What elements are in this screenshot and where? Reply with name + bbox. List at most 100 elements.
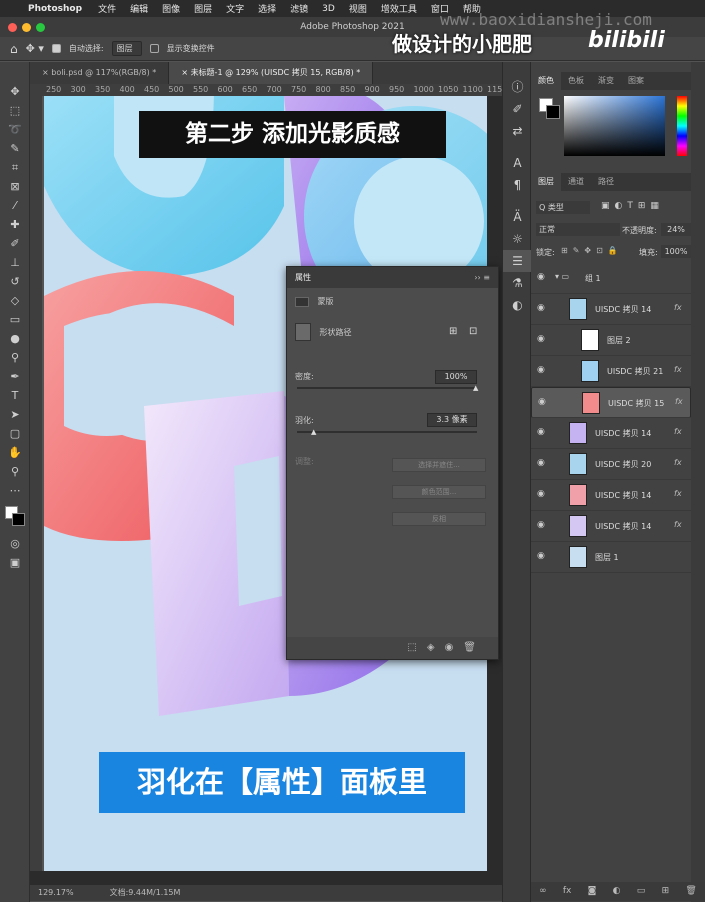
- tab-channels[interactable]: 通道: [561, 173, 591, 191]
- move-tool-icon[interactable]: ✥: [0, 82, 30, 101]
- add-mask-icon[interactable]: ◙: [588, 882, 597, 901]
- layer-fx-icon[interactable]: fx: [674, 303, 682, 312]
- glyphs-icon[interactable]: Ä: [503, 206, 532, 228]
- menu-plugins[interactable]: 增效工具: [381, 2, 417, 15]
- more-tools-icon[interactable]: ⋯: [0, 481, 30, 500]
- kind-filter[interactable]: Q 类型: [536, 201, 590, 214]
- shape-mask-thumbnail[interactable]: [295, 323, 311, 341]
- apply-icon[interactable]: ◈: [427, 642, 445, 653]
- brush-tool-icon[interactable]: ✐: [0, 234, 30, 253]
- add-style-icon[interactable]: fx: [563, 882, 572, 901]
- adjustment-layer-icon[interactable]: ◐: [613, 882, 621, 901]
- layer-row[interactable]: ◉ UISDC 拷贝 20 fx: [531, 449, 691, 480]
- new-layer-icon[interactable]: ⊞: [662, 882, 670, 901]
- density-knob[interactable]: ▲: [473, 384, 478, 392]
- density-field[interactable]: 100%: [435, 370, 477, 384]
- visibility-eye-icon[interactable]: ◉: [537, 551, 545, 561]
- layer-row[interactable]: ◉ UISDC 拷贝 15 fx: [531, 387, 691, 418]
- layers-scrollbar[interactable]: [691, 62, 705, 902]
- mask-icon[interactable]: [295, 296, 309, 307]
- menu-image[interactable]: 图像: [162, 2, 180, 15]
- menu-3d[interactable]: 3D: [322, 4, 335, 14]
- zoom-tool-icon[interactable]: ⚲: [0, 462, 30, 481]
- visibility-eye-icon[interactable]: ◉: [538, 397, 546, 407]
- feather-slider[interactable]: ▲: [297, 428, 477, 436]
- new-group-icon[interactable]: ▭: [637, 882, 646, 901]
- screen-mode-icon[interactable]: ▣: [0, 553, 30, 572]
- frame-tool-icon[interactable]: ⊠: [0, 177, 30, 196]
- pen-tool-icon[interactable]: ✒: [0, 367, 30, 386]
- eyedropper-icon[interactable]: ⁄: [0, 196, 30, 215]
- gradient-tool-icon[interactable]: ▭: [0, 310, 30, 329]
- menu-layer[interactable]: 图层: [194, 2, 212, 15]
- layer-name[interactable]: UISDC 拷贝 14: [595, 304, 651, 315]
- path-select-icon[interactable]: ➤: [0, 405, 30, 424]
- adjust-icon[interactable]: ⇄: [503, 120, 532, 142]
- layer-name[interactable]: UISDC 拷贝 20: [595, 459, 651, 470]
- visibility-eye-icon[interactable]: ◉: [537, 427, 545, 437]
- adjustments-icon[interactable]: ◐: [503, 294, 532, 316]
- blend-mode-select[interactable]: 正常: [536, 223, 620, 236]
- delete-layer-icon[interactable]: 🗑: [685, 882, 696, 901]
- eraser-tool-icon[interactable]: ◇: [0, 291, 30, 310]
- layer-name[interactable]: 组 1: [585, 273, 601, 284]
- tab-boli[interactable]: × boli.psd @ 117%(RGB/8) *: [30, 62, 170, 84]
- layer-row[interactable]: ◉ UISDC 拷贝 14 fx: [531, 418, 691, 449]
- load-selection-icon[interactable]: ⬚: [407, 642, 426, 653]
- menu-view[interactable]: 视图: [349, 2, 367, 15]
- blur-tool-icon[interactable]: ●: [0, 329, 30, 348]
- move-tool-icon[interactable]: ✥ ▾: [26, 42, 44, 55]
- add-mask-icon[interactable]: ⊞: [449, 326, 457, 337]
- visibility-eye-icon[interactable]: ◉: [537, 489, 545, 499]
- layer-select-dropdown[interactable]: 图层: [111, 41, 142, 56]
- channels-icon[interactable]: ⚗: [503, 272, 532, 294]
- crop-tool-icon[interactable]: ⌗: [0, 158, 30, 177]
- hue-slider[interactable]: [677, 96, 687, 156]
- tab-layers[interactable]: 图层: [531, 173, 561, 191]
- quick-select-icon[interactable]: ✎: [0, 139, 30, 158]
- visibility-eye-icon[interactable]: ◉: [537, 520, 545, 530]
- brush-settings-icon[interactable]: ✐: [503, 98, 532, 120]
- visibility-icon[interactable]: ◉: [445, 642, 464, 653]
- type-tool-icon[interactable]: T: [0, 386, 30, 405]
- layer-name[interactable]: 图层 2: [607, 335, 631, 346]
- character-icon[interactable]: A: [503, 152, 532, 174]
- layer-name[interactable]: UISDC 拷贝 14: [595, 428, 651, 439]
- info-icon[interactable]: ⓘ: [503, 76, 532, 98]
- hand-tool-icon[interactable]: ✋: [0, 443, 30, 462]
- paragraph-icon[interactable]: ¶: [503, 174, 532, 196]
- layer-name[interactable]: UISDC 拷贝 14: [595, 490, 651, 501]
- layer-row[interactable]: ◉ UISDC 拷贝 14 fx: [531, 294, 691, 325]
- layer-row[interactable]: ◉ UISDC 拷贝 14 fx: [531, 511, 691, 542]
- menu-file[interactable]: 文件: [98, 2, 116, 15]
- maximize-window-icon[interactable]: [36, 23, 45, 32]
- marquee-tool-icon[interactable]: ⬚: [0, 101, 30, 120]
- stamp-tool-icon[interactable]: ⊥: [0, 253, 30, 272]
- layer-fx-icon[interactable]: fx: [674, 458, 682, 467]
- opacity-field[interactable]: 24%: [661, 223, 691, 236]
- visibility-eye-icon[interactable]: ◉: [537, 303, 545, 313]
- color-range-button[interactable]: 颜色范围...: [392, 485, 486, 499]
- layer-group[interactable]: ◉ ▾ ▭ 组 1: [531, 263, 691, 294]
- auto-select-checkbox[interactable]: [51, 44, 61, 53]
- select-and-mask-button[interactable]: 选择并遮住...: [392, 458, 486, 472]
- layer-row[interactable]: ◉ 图层 2: [531, 325, 691, 356]
- visibility-eye-icon[interactable]: ◉: [537, 365, 545, 375]
- rectangle-tool-icon[interactable]: ▢: [0, 424, 30, 443]
- menu-filter[interactable]: 滤镜: [290, 2, 308, 15]
- minimize-window-icon[interactable]: [22, 23, 31, 32]
- properties-icon[interactable]: ☰: [503, 250, 532, 272]
- close-window-icon[interactable]: [8, 23, 17, 32]
- panel-menu-icon[interactable]: ›› ≡: [474, 267, 490, 288]
- layer-name[interactable]: UISDC 拷贝 15: [608, 398, 664, 409]
- menu-edit[interactable]: 编辑: [130, 2, 148, 15]
- layer-name[interactable]: UISDC 拷贝 21: [607, 366, 663, 377]
- tab-color[interactable]: 颜色: [531, 72, 561, 90]
- history-brush-icon[interactable]: ↺: [0, 272, 30, 291]
- show-transform-checkbox[interactable]: [149, 44, 159, 53]
- color-swatches[interactable]: [0, 500, 29, 534]
- tab-untitled[interactable]: × 未标题-1 @ 129% (UISDC 拷贝 15, RGB/8) *: [169, 62, 374, 84]
- delete-icon[interactable]: 🗑: [463, 642, 486, 653]
- fill-field[interactable]: 100%: [661, 245, 691, 258]
- layer-fx-icon[interactable]: fx: [674, 365, 682, 374]
